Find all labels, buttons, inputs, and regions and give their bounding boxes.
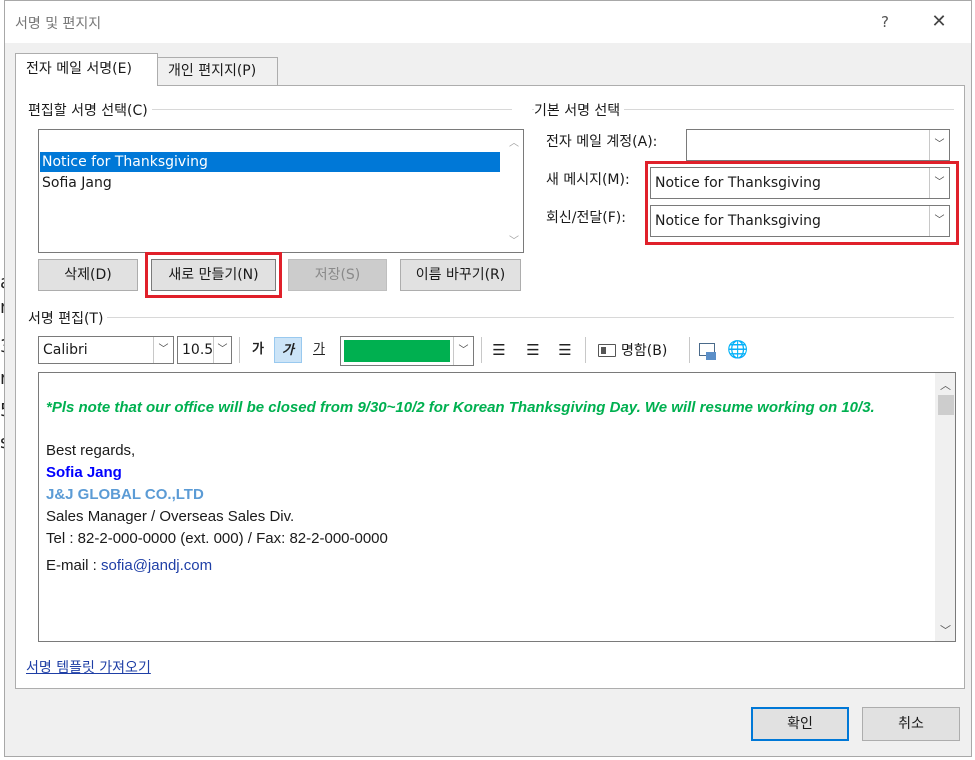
font-size-dropdown[interactable]: 10.5 ﹀	[177, 336, 232, 364]
font-value: Calibri	[43, 342, 88, 358]
regards-text: Best regards,	[46, 442, 136, 459]
tab-personal-stationery[interactable]: 개인 편지지(P)	[157, 57, 278, 85]
font-color-dropdown[interactable]: ﹀	[340, 336, 474, 366]
scroll-down-icon[interactable]: ﹀	[509, 232, 519, 247]
toolbar-separator	[481, 337, 482, 363]
email-account-label: 전자 메일 계정(A):	[546, 134, 658, 150]
listbox-scrollbar[interactable]: ︿ ﹀	[505, 130, 523, 252]
toolbar-separator	[585, 337, 586, 363]
business-card-button[interactable]: 명함(B)	[592, 337, 688, 363]
get-signature-templates-link[interactable]: 서명 템플릿 가져오기	[26, 657, 151, 677]
list-item[interactable]: Sofia Jang	[40, 173, 500, 193]
hyperlink-globe-icon[interactable]: 🌐	[726, 337, 750, 363]
underline-button[interactable]: 가	[307, 337, 331, 363]
chevron-down-icon[interactable]: ﹀	[929, 130, 949, 160]
toolbar-separator	[239, 337, 240, 363]
edit-signature-label: 서명 편집(T)	[28, 308, 108, 328]
chevron-down-icon[interactable]: ﹀	[453, 337, 473, 365]
insert-picture-icon[interactable]	[696, 337, 720, 363]
company-name: J&J GLOBAL CO.,LTD	[46, 486, 204, 503]
save-button[interactable]: 저장(S)	[288, 259, 387, 291]
chevron-down-icon[interactable]: ﹀	[929, 168, 949, 198]
job-title: Sales Manager / Overseas Sales Div.	[46, 508, 295, 525]
new-message-value: Notice for Thanksgiving	[655, 175, 821, 191]
business-card-icon	[598, 344, 616, 357]
scroll-thumb[interactable]	[938, 395, 954, 415]
list-item[interactable]: Notice for Thanksgiving	[40, 152, 500, 172]
signatures-dialog: 서명 및 편지지 ? ✕ 전자 메일 서명(E) 개인 편지지(P) 편집할 서…	[4, 0, 972, 757]
phone-fax: Tel : 82-2-000-0000 (ext. 000) / Fax: 82…	[46, 530, 388, 547]
delete-button[interactable]: 삭제(D)	[38, 259, 138, 291]
email-label: E-mail :	[46, 557, 102, 574]
new-message-dropdown[interactable]: Notice for Thanksgiving ﹀	[650, 167, 950, 199]
ok-button[interactable]: 확인	[751, 707, 849, 741]
dialog-title: 서명 및 편지지	[15, 16, 102, 32]
default-signature-label: 기본 서명 선택	[534, 100, 625, 120]
reply-forward-value: Notice for Thanksgiving	[655, 213, 821, 229]
align-center-icon[interactable]: ☰	[522, 337, 544, 363]
toolbar-separator	[689, 337, 690, 363]
chevron-down-icon[interactable]: ﹀	[929, 206, 949, 236]
email-account-dropdown[interactable]: ﹀	[686, 129, 950, 161]
signature-listbox[interactable]: Notice for Thanksgiving Sofia Jang ︿ ﹀	[38, 129, 524, 253]
select-signature-label: 편집할 서명 선택(C)	[28, 100, 152, 120]
close-button[interactable]: ✕	[925, 10, 953, 34]
cancel-button[interactable]: 취소	[862, 707, 960, 741]
signer-name: Sofia Jang	[46, 464, 122, 481]
align-right-icon[interactable]: ☰	[554, 337, 576, 363]
align-left-icon[interactable]: ☰	[488, 337, 510, 363]
rename-button[interactable]: 이름 바꾸기(R)	[400, 259, 521, 291]
color-swatch	[344, 340, 450, 362]
help-button[interactable]: ?	[873, 10, 897, 34]
section-divider	[28, 317, 954, 318]
tab-email-signature[interactable]: 전자 메일 서명(E)	[15, 53, 158, 86]
tab-panel: 편집할 서명 선택(C) Notice for Thanksgiving Sof…	[15, 85, 965, 689]
reply-forward-label: 회신/전달(F):	[546, 210, 626, 226]
font-size-value: 10.5	[182, 342, 214, 358]
email-line: E-mail : sofia@jandj.com	[46, 557, 212, 574]
chevron-down-icon[interactable]: ﹀	[153, 337, 173, 363]
bold-button[interactable]: 가	[246, 337, 270, 363]
signature-editor[interactable]: *Pls note that our office will be closed…	[38, 372, 956, 642]
new-signature-button[interactable]: 새로 만들기(N)	[151, 259, 276, 291]
editor-scrollbar[interactable]: ︿ ﹀	[935, 373, 955, 641]
business-card-label: 명함(B)	[621, 343, 668, 359]
scroll-up-icon[interactable]: ︿	[940, 377, 951, 393]
email-link[interactable]: sofia@jandj.com	[101, 557, 212, 574]
reply-forward-dropdown[interactable]: Notice for Thanksgiving ﹀	[650, 205, 950, 237]
new-message-label: 새 메시지(M):	[546, 172, 630, 188]
title-bar: 서명 및 편지지 ? ✕	[5, 1, 971, 43]
scroll-up-icon[interactable]: ︿	[509, 134, 519, 149]
chevron-down-icon[interactable]: ﹀	[213, 337, 231, 363]
font-dropdown[interactable]: Calibri ﹀	[38, 336, 174, 364]
notice-text: *Pls note that our office will be closed…	[46, 399, 875, 416]
italic-button[interactable]: 가	[274, 337, 302, 363]
scroll-down-icon[interactable]: ﹀	[940, 622, 951, 638]
